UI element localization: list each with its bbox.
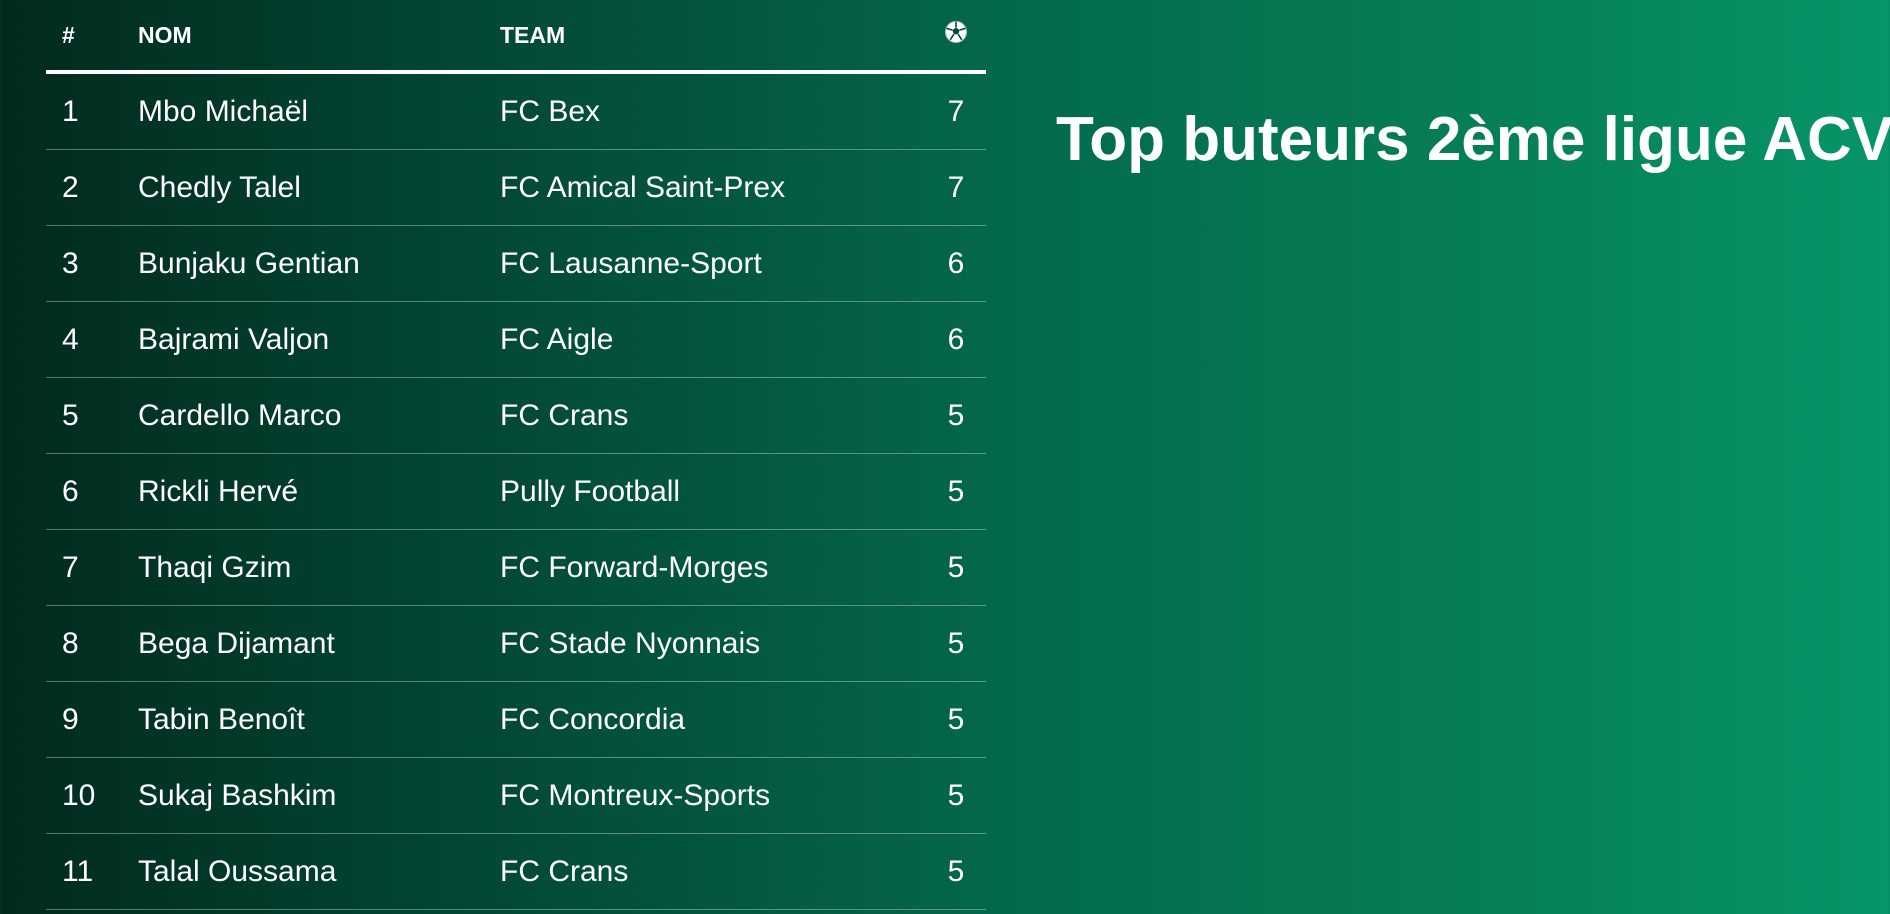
cell-rank: 1 (62, 94, 79, 128)
cell-team: FC Aigle (500, 322, 614, 356)
cell-goals: 7 (947, 170, 965, 204)
cell-name: Tabin Benoît (138, 702, 305, 736)
cell-rank: 8 (62, 626, 79, 660)
table-header: # NOM TEAM (46, 0, 986, 74)
cell-goals: 5 (947, 854, 965, 888)
cell-rank: 11 (62, 854, 94, 888)
table-row: 5 Cardello Marco FC Crans 5 (46, 378, 986, 454)
cell-rank: 9 (62, 702, 79, 736)
table-row: 7 Thaqi Gzim FC Forward-Morges 5 (46, 530, 986, 606)
cell-name: Rickli Hervé (138, 474, 299, 508)
cell-rank: 10 (62, 778, 96, 812)
cell-goals: 5 (947, 626, 965, 660)
page-title: Top buteurs 2ème ligue ACVF (1056, 105, 1890, 174)
table-row: 11 Talal Oussama FC Crans 5 (46, 834, 986, 910)
cell-rank: 7 (62, 550, 79, 584)
cell-team: FC Stade Nyonnais (500, 626, 761, 660)
table-row: 9 Tabin Benoît FC Concordia 5 (46, 682, 986, 758)
cell-team: FC Forward-Morges (500, 550, 769, 584)
table-row: 6 Rickli Hervé Pully Football 5 (46, 454, 986, 530)
cell-rank: 6 (62, 474, 79, 508)
cell-name: Bajrami Valjon (138, 322, 330, 356)
cell-name: Talal Oussama (138, 854, 337, 888)
cell-name: Bega Dijamant (138, 626, 335, 660)
header-team: TEAM (500, 21, 566, 48)
table-row: 3 Bunjaku Gentian FC Lausanne-Sport 6 (46, 226, 986, 302)
header-goals (926, 20, 986, 50)
cell-name: Bunjaku Gentian (138, 246, 360, 280)
cell-goals: 6 (947, 322, 965, 356)
cell-team: Pully Football (500, 474, 681, 508)
scorers-table: # NOM TEAM 1 Mbo Michaël FC Bex 7 2 Chedly Ta… (46, 0, 986, 910)
cell-team: FC Amical Saint-Prex (500, 170, 786, 204)
cell-name: Thaqi Gzim (138, 550, 292, 584)
cell-goals: 5 (947, 474, 965, 508)
cell-rank: 5 (62, 398, 79, 432)
cell-goals: 5 (947, 702, 965, 736)
cell-goals: 5 (947, 778, 965, 812)
cell-team: FC Montreux-Sports (500, 778, 771, 812)
cell-goals: 5 (947, 550, 965, 584)
cell-name: Mbo Michaël (138, 94, 309, 128)
cell-goals: 5 (947, 398, 965, 432)
cell-name: Cardello Marco (138, 398, 342, 432)
cell-goals: 7 (947, 94, 965, 128)
table-row: 2 Chedly Talel FC Amical Saint-Prex 7 (46, 150, 986, 226)
table-row: 4 Bajrami Valjon FC Aigle 6 (46, 302, 986, 378)
cell-name: Chedly Talel (138, 170, 301, 204)
cell-rank: 2 (62, 170, 79, 204)
cell-team: FC Lausanne-Sport (500, 246, 762, 280)
cell-team: FC Bex (500, 94, 601, 128)
header-name: NOM (138, 21, 192, 48)
cell-goals: 6 (947, 246, 965, 280)
cell-team: FC Concordia (500, 702, 686, 736)
soccer-ball-icon (944, 20, 968, 44)
table-row: 1 Mbo Michaël FC Bex 7 (46, 74, 986, 150)
table-row: 8 Bega Dijamant FC Stade Nyonnais 5 (46, 606, 986, 682)
cell-team: FC Crans (500, 398, 629, 432)
cell-team: FC Crans (500, 854, 629, 888)
cell-name: Sukaj Bashkim (138, 778, 337, 812)
table-row: 10 Sukaj Bashkim FC Montreux-Sports 5 (46, 758, 986, 834)
cell-rank: 3 (62, 246, 79, 280)
cell-rank: 4 (62, 322, 79, 356)
header-rank: # (62, 21, 75, 48)
